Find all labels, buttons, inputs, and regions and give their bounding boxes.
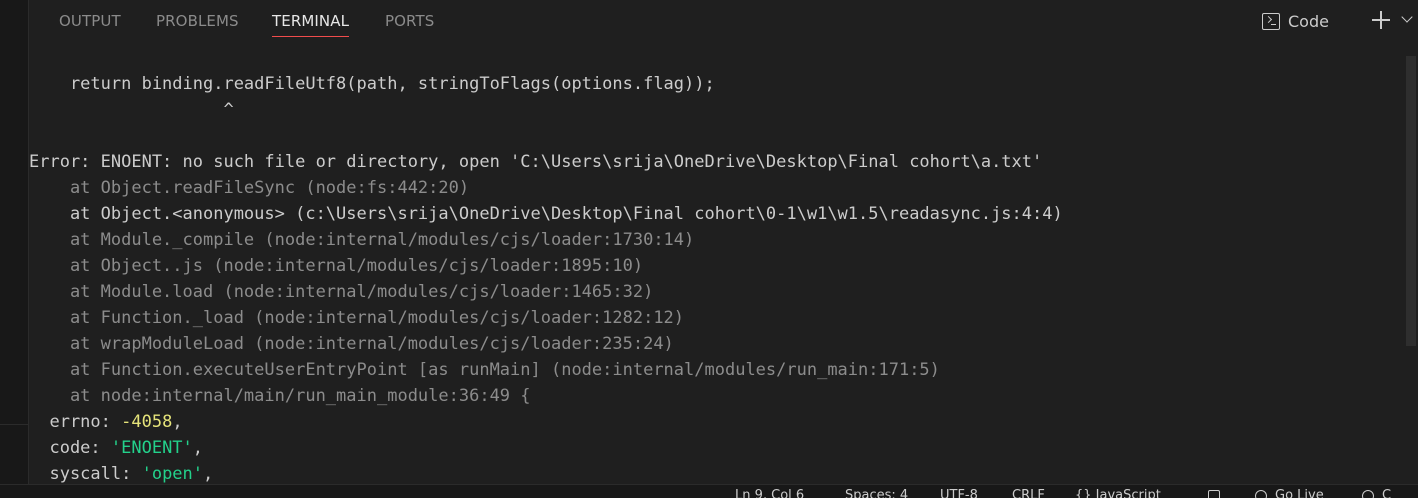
vscode-panel: OUTPUT PROBLEMS TERMINAL PORTS Code retu… xyxy=(0,0,1418,498)
panel-tab-bar: OUTPUT PROBLEMS TERMINAL PORTS xyxy=(29,0,1418,44)
notification-icon xyxy=(1362,490,1374,498)
status-eol[interactable]: CRLF xyxy=(1012,488,1045,498)
status-indentation[interactable]: Spaces: 4 xyxy=(845,488,908,498)
status-language[interactable]: {} JavaScript xyxy=(1075,488,1161,498)
scrollbar-thumb[interactable] xyxy=(1406,56,1416,346)
terminal-line-error: Error: ENOENT: no such file or directory… xyxy=(29,152,1043,172)
activity-gutter xyxy=(0,0,29,498)
code-value: 'ENOENT' xyxy=(110,438,193,458)
code-key: code: xyxy=(29,438,111,458)
syscall-tail: , xyxy=(203,464,214,484)
new-terminal-plus-icon[interactable] xyxy=(1371,10,1391,30)
tab-output-label: OUTPUT xyxy=(59,12,121,30)
status-cursor-position[interactable]: Ln 9, Col 6 xyxy=(735,488,804,498)
error-code-line: code: 'ENOENT', xyxy=(29,435,203,461)
tab-ports-label: PORTS xyxy=(385,12,435,30)
stack-frame-line: at node:internal/main/run_main_module:36… xyxy=(29,386,531,406)
stack-frame-line: at wrapModuleLoad (node:internal/modules… xyxy=(29,334,674,354)
stack-frame-line: at Function.executeUserEntryPoint [as ru… xyxy=(29,360,940,380)
errno-tail: , xyxy=(172,412,183,432)
stack-frame-line: at Module.load (node:internal/modules/cj… xyxy=(29,282,654,302)
status-encoding[interactable]: UTF-8 xyxy=(940,488,978,498)
tab-problems[interactable]: PROBLEMS xyxy=(156,12,239,30)
terminal-line: ^ xyxy=(29,100,234,120)
broadcast-icon xyxy=(1255,490,1267,498)
tab-terminal[interactable]: TERMINAL xyxy=(272,12,350,37)
status-bar: Ln 9, Col 6 Spaces: 4 UTF-8 CRLF {} Java… xyxy=(0,484,1418,498)
tab-terminal-label: TERMINAL xyxy=(272,12,350,30)
stack-frame-line: at Object..js (node:internal/modules/cjs… xyxy=(29,256,644,276)
stack-frame-line: at Module._compile (node:internal/module… xyxy=(29,230,695,250)
terminal-scrollbar[interactable] xyxy=(1404,44,1418,484)
terminal-icon xyxy=(1262,12,1280,30)
code-tail: , xyxy=(192,438,204,458)
tab-output[interactable]: OUTPUT xyxy=(59,12,121,30)
active-tab-indicator xyxy=(272,36,350,37)
status-tail[interactable]: C xyxy=(1382,488,1391,498)
error-syscall-line: syscall: 'open', xyxy=(29,461,213,484)
error-errno-line: errno: -4058, xyxy=(29,409,183,435)
stack-frame-line: at Object.readFileSync (node:fs:442:20) xyxy=(29,178,470,198)
copilot-icon[interactable] xyxy=(1208,490,1220,498)
tab-problems-label: PROBLEMS xyxy=(156,12,239,30)
terminal-profile-label: Code xyxy=(1288,11,1329,31)
terminal-line: return binding.readFileUtf8(path, string… xyxy=(29,74,715,94)
terminal-profile-button[interactable]: Code xyxy=(1262,9,1329,33)
stack-frame-line: at Function._load (node:internal/modules… xyxy=(29,308,685,328)
errno-value: -4058 xyxy=(121,412,173,432)
errno-key: errno: xyxy=(29,412,122,432)
gutter-divider xyxy=(0,424,28,425)
tab-ports[interactable]: PORTS xyxy=(385,12,434,30)
syscall-key: syscall: xyxy=(29,464,142,484)
stack-frame-line: at Object.<anonymous> (c:\Users\srija\On… xyxy=(29,204,1063,224)
status-go-live[interactable]: Go Live xyxy=(1275,488,1324,498)
syscall-value: 'open' xyxy=(141,464,204,484)
terminal-output[interactable]: return binding.readFileUtf8(path, string… xyxy=(29,44,1404,484)
